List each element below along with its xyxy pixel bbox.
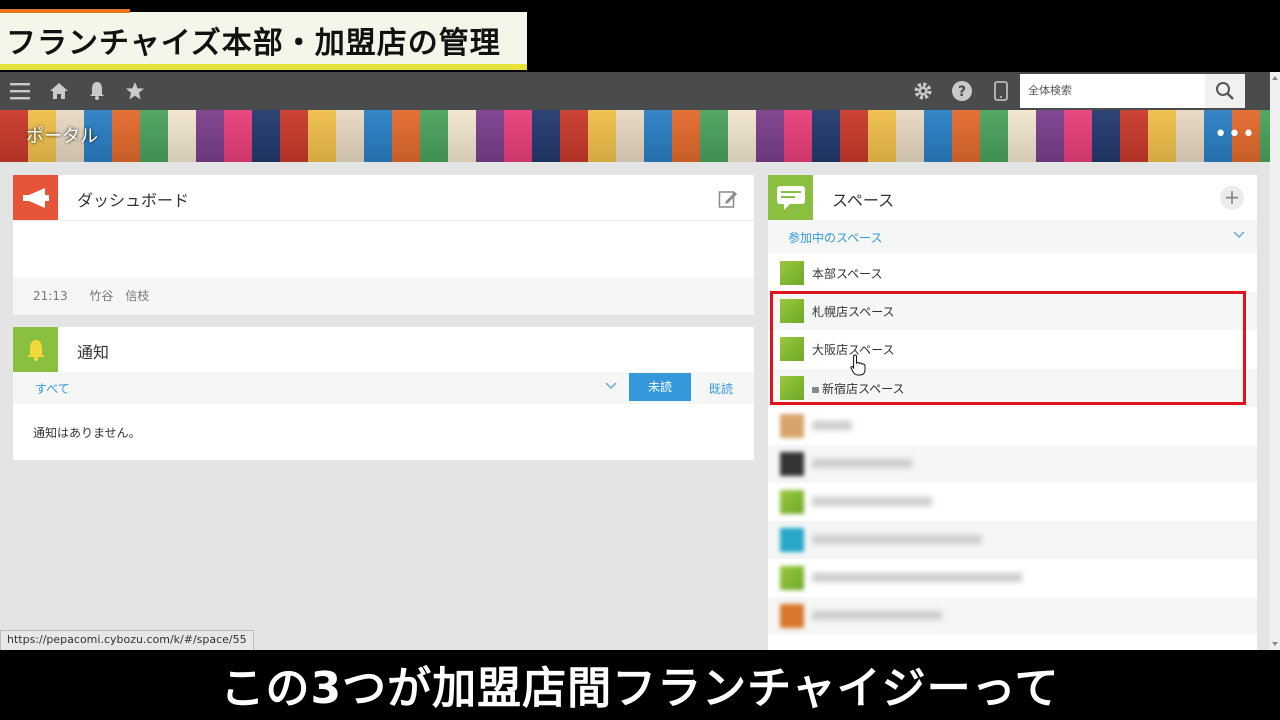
redacted-text [812, 459, 912, 468]
post-time: 21:13 [33, 289, 68, 303]
portal-title: ポータル [26, 126, 98, 147]
space-thumbnail [780, 604, 804, 628]
redacted-text [812, 611, 942, 620]
notifications-panel: 通知 すべて 未読 既読 通知はありません。 [13, 327, 754, 460]
dashboard-footer: 21:13 竹谷 信枝 [13, 277, 754, 315]
menu-icon[interactable] [7, 78, 33, 104]
space-thumbnail [780, 490, 804, 514]
space-thumbnail [780, 414, 804, 438]
video-caption: この3つが加盟店間フランチャイジーって [220, 663, 1060, 714]
gear-icon[interactable] [910, 78, 936, 104]
redacted-text [812, 421, 852, 430]
title-underline [0, 64, 527, 70]
more-options-icon[interactable]: ••• [1214, 122, 1256, 147]
post-user[interactable]: 竹谷 信枝 [89, 289, 149, 303]
redacted-text [812, 535, 982, 544]
space-thumbnail [780, 566, 804, 590]
space-thumbnail [780, 452, 804, 476]
redacted-space-item[interactable] [768, 483, 1257, 521]
joined-spaces-header[interactable]: 参加中のスペース [768, 220, 1257, 253]
home-icon[interactable] [46, 78, 72, 104]
speech-bubble-icon [768, 175, 813, 220]
video-title-banner: フランチャイズ本部・加盟店の管理 [0, 9, 527, 70]
redacted-text [812, 573, 1022, 582]
unread-button[interactable]: 未読 [629, 373, 691, 401]
filter-dropdown[interactable]: すべて [35, 380, 70, 397]
notification-filter-row: すべて 未読 既読 [13, 372, 754, 404]
empty-notifications-message: 通知はありません。 [33, 426, 141, 440]
spaces-panel: スペース + 参加中のスペース 本部スペース 札幌店スペース 大阪店スペース 新… [768, 175, 1257, 650]
redacted-space-item[interactable] [768, 445, 1257, 483]
joined-spaces-label[interactable]: 参加中のスペース [788, 229, 883, 246]
chevron-down-icon[interactable] [1233, 228, 1245, 242]
app-window: ? 全体検索 ポータル ••• ダッシュボード 21:13 竹谷 信枝 通知 す… [0, 72, 1280, 650]
status-url-tooltip: https://pepacomi.cybozu.com/k/#/space/55 [0, 630, 254, 650]
global-search-input[interactable]: 全体検索 [1020, 74, 1205, 108]
highlight-annotation-box [770, 291, 1246, 405]
top-navigation-bar: ? 全体検索 [0, 72, 1280, 110]
megaphone-icon [13, 175, 58, 220]
svg-text:?: ? [958, 84, 966, 100]
edit-icon[interactable] [718, 189, 738, 209]
chevron-down-icon[interactable] [605, 379, 617, 393]
title-accent-bar [0, 9, 130, 13]
redacted-text [812, 497, 932, 506]
page-scrollbar[interactable] [1270, 72, 1280, 650]
bell-icon[interactable] [84, 78, 110, 104]
read-link[interactable]: 既読 [709, 380, 733, 397]
divider [13, 220, 754, 221]
help-icon[interactable]: ? [949, 78, 975, 104]
search-button[interactable] [1205, 74, 1245, 108]
dashboard-title: ダッシュボード [77, 191, 190, 210]
space-item[interactable]: 本部スペース [768, 254, 1257, 292]
bell-icon [13, 327, 58, 372]
space-thumbnail [780, 528, 804, 552]
mobile-icon[interactable] [988, 78, 1014, 104]
star-icon[interactable] [122, 78, 148, 104]
add-space-button[interactable]: + [1220, 186, 1244, 210]
space-thumbnail [780, 261, 804, 285]
dashboard-panel: ダッシュボード 21:13 竹谷 信枝 [13, 175, 754, 315]
video-title: フランチャイズ本部・加盟店の管理 [6, 26, 501, 61]
space-name[interactable]: 本部スペース [812, 265, 883, 282]
spaces-title: スペース [832, 191, 895, 210]
redacted-space-item[interactable] [768, 521, 1257, 559]
portal-header-image: ポータル ••• [0, 110, 1280, 162]
redacted-space-item[interactable] [768, 597, 1257, 635]
notifications-title: 通知 [77, 343, 110, 362]
hand-pointer-icon [850, 354, 866, 380]
redacted-space-item[interactable] [768, 407, 1257, 445]
redacted-space-item[interactable] [768, 559, 1257, 597]
search-icon [1216, 82, 1234, 100]
